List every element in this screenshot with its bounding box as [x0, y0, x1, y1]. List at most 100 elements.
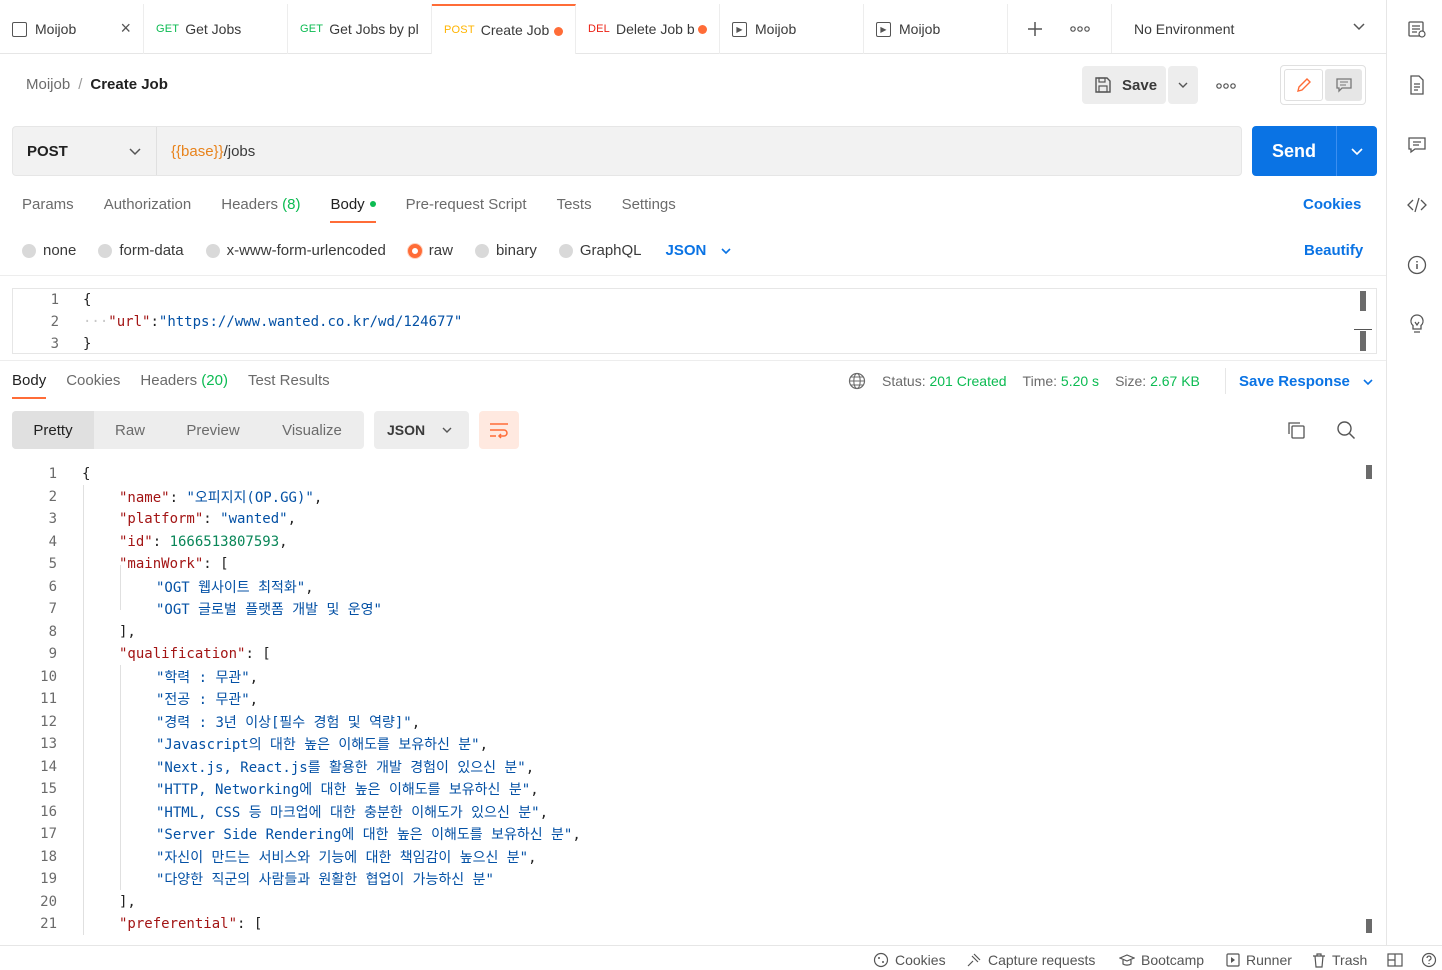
tab-moijob-runner-2[interactable]: ▶ Moijob — [864, 4, 1008, 54]
body-type-options: none form-data x-www-form-urlencoded raw… — [22, 242, 732, 259]
code-line: 18 "자신이 만드는 서비스와 기능에 대한 책임감이 높으신 분", — [0, 846, 536, 869]
beautify-button[interactable]: Beautify — [1304, 242, 1363, 259]
json-value: "HTML, CSS 등 마크업에 대한 충분한 이해도가 있으신 분" — [156, 804, 540, 821]
tab-prerequest-script[interactable]: Pre-request Script — [406, 196, 527, 223]
page-title[interactable]: Create Job — [90, 76, 168, 93]
code-text: ], — [119, 894, 136, 910]
tab-create-job[interactable]: POST Create Job — [432, 4, 576, 54]
response-tab-cookies[interactable]: Cookies — [66, 372, 120, 399]
json-value: "wanted" — [220, 511, 288, 528]
method-select[interactable]: POST — [13, 127, 157, 175]
scrollbar-thumb[interactable] — [1360, 291, 1366, 311]
environment-selector[interactable]: No Environment — [1110, 4, 1386, 54]
tab-authorization[interactable]: Authorization — [104, 196, 192, 223]
edit-mode-button[interactable] — [1284, 69, 1323, 101]
tab-moijob-runner[interactable]: ▶ Moijob — [720, 4, 864, 54]
lightbulb-icon[interactable] — [1407, 314, 1427, 334]
view-pretty[interactable]: Pretty — [12, 411, 94, 449]
json-key: "platform" — [119, 511, 204, 528]
comment-icon — [1335, 78, 1352, 93]
tab-body[interactable]: Body — [330, 196, 376, 223]
code-line: 9 "qualification": [ — [0, 643, 271, 666]
tab-label: Get Jobs — [185, 21, 242, 37]
radio-circle — [205, 243, 220, 258]
comment-mode-button[interactable] — [1325, 69, 1362, 101]
radio-form-data[interactable]: form-data — [98, 242, 184, 259]
send-button[interactable]: Send — [1252, 126, 1377, 176]
save-button[interactable]: Save — [1082, 66, 1166, 104]
comments-icon[interactable] — [1407, 135, 1427, 155]
radio-binary[interactable]: binary — [474, 242, 537, 259]
tab-delete-job[interactable]: DEL Delete Job b — [576, 4, 720, 54]
response-body-viewer[interactable]: 1{2 "name": "오피지지(OP.GG)", 3 "platform": "w… — [0, 463, 1386, 935]
response-tab-body[interactable]: Body — [12, 372, 47, 399]
statusbar-label: Capture requests — [988, 952, 1096, 968]
more-icon[interactable] — [1070, 25, 1090, 32]
code-text: "다양한 직군의 사람들과 원활한 협업이 가능하신 분" — [156, 869, 494, 889]
tab-settings[interactable]: Settings — [622, 196, 676, 223]
json-key: "name" — [119, 489, 170, 506]
response-format-select[interactable]: JSON — [374, 411, 469, 449]
request-body-editor[interactable]: 1 { 2 ···"url":"https://www.wanted.co.kr… — [12, 288, 1377, 354]
wrap-lines-button[interactable] — [479, 411, 519, 449]
info-icon[interactable] — [1407, 255, 1427, 275]
breadcrumb-collection[interactable]: Moijob — [26, 76, 70, 93]
statusbar-bootcamp[interactable]: Bootcamp — [1119, 952, 1204, 968]
status-info[interactable]: Status: 201 Created — [882, 373, 1007, 389]
tab-get-jobs[interactable]: GET Get Jobs — [144, 4, 288, 54]
code-snippet-icon[interactable] — [1407, 195, 1427, 215]
close-tab-icon[interactable]: × — [120, 18, 131, 39]
save-response-button[interactable]: Save Response — [1239, 373, 1374, 390]
json-key: "preferential" — [119, 916, 238, 933]
size-info[interactable]: Size: 2.67 KB — [1115, 373, 1200, 389]
scrollbar-thumb[interactable] — [1366, 919, 1372, 933]
pane-divider[interactable] — [0, 360, 1386, 361]
tab-params[interactable]: Params — [22, 196, 74, 223]
json-punctuation: , — [249, 692, 259, 709]
breadcrumb: Moijob / Create Job — [26, 76, 168, 93]
tab-moijob-collection[interactable]: Moijob × — [0, 4, 144, 54]
radio-none[interactable]: none — [22, 242, 76, 259]
search-icon[interactable] — [1336, 420, 1356, 443]
copy-icon[interactable] — [1286, 420, 1306, 443]
wrap-lines-icon — [490, 423, 508, 439]
two-pane-view-icon[interactable] — [1387, 952, 1403, 968]
radio-raw[interactable]: raw — [407, 242, 453, 259]
save-options-button[interactable] — [1168, 66, 1198, 104]
scrollbar-thumb[interactable] — [1360, 331, 1366, 351]
url-input[interactable]: {{base}}/jobs — [157, 127, 255, 175]
json-punctuation: [ — [262, 646, 271, 663]
send-options-chevron-icon[interactable] — [1337, 144, 1377, 158]
plus-icon[interactable] — [1026, 20, 1044, 38]
view-raw[interactable]: Raw — [94, 411, 166, 449]
radio-graphql[interactable]: GraphQL — [558, 242, 642, 259]
statusbar-trash[interactable]: Trash — [1312, 952, 1367, 968]
globe-icon[interactable] — [848, 372, 866, 390]
body-format-select[interactable]: JSON — [666, 242, 733, 259]
statusbar-runner[interactable]: Runner — [1226, 952, 1292, 968]
radio-urlencoded[interactable]: x-www-form-urlencoded — [205, 242, 386, 259]
code-text: "Next.js, React.js를 활용한 개발 경험이 있으신 분", — [156, 757, 534, 777]
tab-tests[interactable]: Tests — [557, 196, 592, 223]
tab-get-jobs-by-platform[interactable]: GET Get Jobs by pl — [288, 4, 432, 54]
view-preview[interactable]: Preview — [166, 411, 260, 449]
documentation-icon[interactable] — [1407, 75, 1427, 95]
statusbar-capture-requests[interactable]: Capture requests — [966, 952, 1095, 968]
chevron-down-icon — [1178, 82, 1188, 88]
tab-headers[interactable]: Headers (8) — [221, 196, 300, 223]
size-label: Size: — [1115, 373, 1147, 389]
more-actions-icon[interactable] — [1216, 76, 1236, 92]
scrollbar-thumb[interactable] — [1366, 465, 1372, 479]
response-tab-test-results[interactable]: Test Results — [248, 372, 330, 399]
code-line: 7 "OGT 글로벌 플랫폼 개발 및 운영" — [0, 598, 382, 621]
response-tab-headers[interactable]: Headers (20) — [140, 372, 228, 399]
help-icon[interactable] — [1421, 952, 1437, 968]
time-info[interactable]: Time: 5.20 s — [1023, 373, 1100, 389]
json-value: "학력 : 무관" — [156, 669, 250, 686]
resize-handle[interactable] — [1354, 329, 1372, 330]
environment-quick-look-icon[interactable] — [1407, 19, 1427, 39]
json-colon: : — [169, 489, 187, 506]
statusbar-cookies[interactable]: Cookies — [873, 952, 946, 968]
cookies-link[interactable]: Cookies — [1303, 196, 1361, 213]
view-visualize[interactable]: Visualize — [260, 411, 364, 449]
